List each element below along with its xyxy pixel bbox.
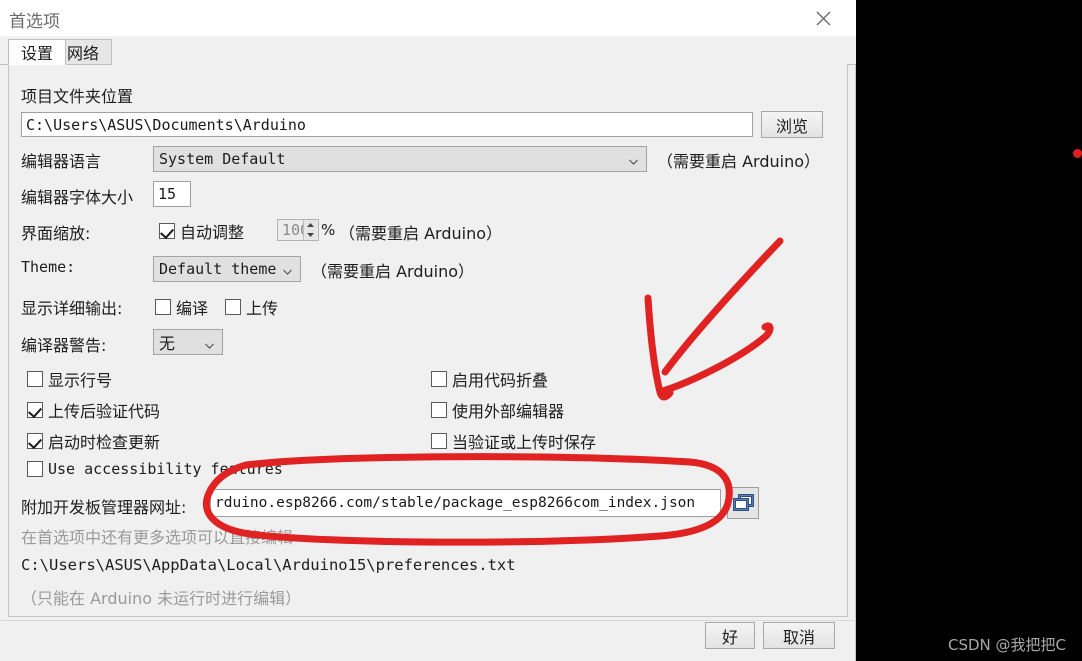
show-line-numbers-label: 显示行号 [48,371,113,390]
checkbox-box [431,371,447,387]
enable-code-folding-label: 启用代码折叠 [452,371,549,390]
chevron-down-icon [282,264,293,275]
use-accessibility-features-label: Use accessibility features [48,460,283,478]
board-manager-urls-label: 附加开发板管理器网址: [21,498,187,517]
cancel-button[interactable]: 取消 [763,622,835,649]
checkbox-box [159,223,175,239]
stepper-up-icon[interactable] [303,220,317,230]
settings-panel: 项目文件夹位置 C:\Users\ASUS\Documents\Arduino … [8,64,848,617]
chevron-down-icon [628,154,639,165]
checkbox-box [225,299,241,315]
checkbox-box [155,299,171,315]
stepper-buttons[interactable] [303,220,317,240]
save-on-verify-checkbox[interactable]: 当验证或上传时保存 [431,429,596,453]
browse-button-label: 浏览 [775,116,808,136]
theme-label: Theme: [21,258,76,276]
tab-strip: 设置 网络 [0,36,856,65]
preferences-edit-note: （只能在 Arduino 未运行时进行编辑） [21,589,302,608]
open-window-icon[interactable] [727,487,759,519]
sketchbook-location-label: 项目文件夹位置 [21,87,134,106]
title-bar: 首选项 [0,0,856,36]
theme-select[interactable]: Default theme [153,256,301,282]
verbose-upload-checkbox[interactable]: 上传 [225,295,278,319]
tab-network-label: 网络 [67,44,100,63]
use-accessibility-features-checkbox[interactable]: Use accessibility features [27,460,283,478]
ok-button[interactable]: 好 [705,622,755,649]
editor-font-size-input[interactable]: 15 [153,181,191,207]
editor-language-label: 编辑器语言 [21,152,102,171]
checkbox-box [27,402,43,418]
tab-settings[interactable]: 设置 [8,39,67,65]
scale-percent-sign: % [321,221,336,239]
check-updates-on-startup-checkbox[interactable]: 启动时检查更新 [27,429,160,453]
checkbox-box [431,433,447,449]
csdn-watermark: CSDN @我把把C [948,636,1067,654]
check-updates-on-startup-label: 启动时检查更新 [48,433,161,452]
stepper-down-icon[interactable] [303,230,317,240]
auto-scale-label: 自动调整 [180,223,245,242]
sketchbook-location-input[interactable]: C:\Users\ASUS\Documents\Arduino [21,112,753,137]
verbose-compile-label: 编译 [176,299,209,318]
window-title: 首选项 [9,12,60,32]
preferences-file-path: C:\Users\ASUS\AppData\Local\Arduino15\pr… [21,556,516,574]
compiler-warnings-value: 无 [159,334,176,353]
interface-scale-label: 界面缩放: [21,224,91,243]
footer-divider [0,620,856,621]
compiler-warnings-label: 编译器警告: [21,336,107,355]
use-external-editor-label: 使用外部编辑器 [452,402,565,421]
verify-after-upload-checkbox[interactable]: 上传后验证代码 [27,398,160,422]
preferences-dialog: 首选项 设置 网络 项目文件夹位置 C:\Users\ASUS\Document… [0,0,856,661]
save-on-verify-label: 当验证或上传时保存 [452,433,597,452]
show-line-numbers-checkbox[interactable]: 显示行号 [27,367,112,391]
tab-settings-label: 设置 [21,44,54,63]
verify-after-upload-label: 上传后验证代码 [48,402,161,421]
editor-language-value: System Default [159,150,286,168]
verbose-upload-label: 上传 [246,299,279,318]
auto-scale-checkbox[interactable]: 自动调整 [159,219,244,243]
interface-scale-restart-note: （需要重启 Arduino） [339,224,503,243]
editor-font-size-label: 编辑器字体大小 [21,188,134,207]
browse-button[interactable]: 浏览 [761,111,823,138]
cancel-button-label: 取消 [782,627,815,647]
checkbox-box [27,461,43,477]
ok-button-label: 好 [721,627,738,647]
scale-percent-stepper[interactable]: 100 [277,219,319,241]
enable-code-folding-checkbox[interactable]: 启用代码折叠 [431,367,548,391]
checkbox-box [431,402,447,418]
theme-restart-note: （需要重启 Arduino） [311,262,475,281]
verbose-output-label: 显示详细输出: [21,299,123,318]
red-dot-marker [1073,149,1082,158]
checkbox-box [27,433,43,449]
checkbox-box [27,371,43,387]
close-icon[interactable] [808,4,838,32]
editor-language-select[interactable]: System Default [153,146,647,172]
more-preferences-hint: 在首选项中还有更多选项可以直接编辑 [21,528,294,547]
screen-root: 首选项 设置 网络 项目文件夹位置 C:\Users\ASUS\Document… [0,0,1082,661]
editor-language-restart-note: （需要重启 Arduino） [657,152,821,171]
verbose-compile-checkbox[interactable]: 编译 [155,295,208,319]
theme-value: Default theme [159,260,277,278]
chevron-down-icon [204,337,215,349]
compiler-warnings-select[interactable]: 无 [153,329,223,355]
board-manager-urls-input[interactable]: rduino.esp8266.com/stable/package_esp826… [210,489,721,517]
use-external-editor-checkbox[interactable]: 使用外部编辑器 [431,398,564,422]
